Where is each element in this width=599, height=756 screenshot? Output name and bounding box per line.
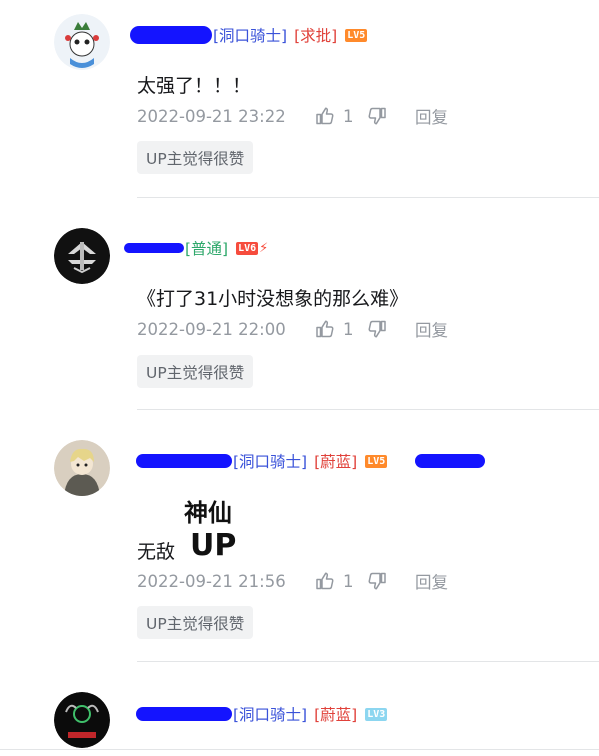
comment-time: 2022-09-21 23:22: [137, 106, 286, 126]
divider: [137, 409, 599, 410]
like-count: 1: [343, 106, 354, 126]
like-icon: [316, 107, 334, 125]
dislike-icon: [368, 320, 386, 338]
username-redacted[interactable]: [136, 707, 232, 721]
dislike-icon: [368, 572, 386, 590]
user-line: [洞口骑士] [蔚蓝] LV5: [136, 450, 486, 472]
comment-meta: 2022-09-21 22:00 1 回复: [137, 316, 448, 342]
divider: [137, 197, 599, 198]
like-icon: [316, 320, 334, 338]
sticker-emote: 神仙 UP: [183, 495, 245, 563]
user-tag: [蔚蓝]: [314, 706, 358, 724]
up-liked-badge: UP主觉得很赞: [137, 355, 254, 388]
bottom-divider: [0, 749, 599, 750]
like-count: 1: [343, 571, 354, 591]
user-tag: [普通]: [185, 240, 229, 258]
avatar[interactable]: [54, 228, 110, 284]
user-line: [普通] LV6 ⚡: [124, 237, 268, 259]
username-redacted[interactable]: [130, 26, 212, 44]
comment-text: 《打了31小时没想象的那么难》: [137, 288, 409, 310]
user-tag: [洞口骑士]: [233, 453, 308, 471]
reply-button[interactable]: 回复: [415, 104, 448, 128]
level-badge: LV5: [365, 454, 388, 468]
sticker-text-bottom: UP: [190, 528, 236, 557]
like-button[interactable]: 1: [315, 106, 367, 126]
comment-text: 无敌: [137, 541, 176, 563]
medal-redacted[interactable]: [415, 454, 486, 468]
dislike-button[interactable]: [367, 571, 415, 591]
user-tag: [蔚蓝]: [314, 453, 358, 471]
dislike-button[interactable]: [367, 106, 415, 126]
like-button[interactable]: 1: [315, 319, 367, 339]
like-button[interactable]: 1: [315, 571, 367, 591]
comment-text: 太强了！！！: [137, 75, 252, 97]
like-icon: [316, 572, 334, 590]
reply-button[interactable]: 回复: [415, 317, 448, 341]
up-liked-badge: UP主觉得很赞: [137, 141, 254, 174]
dislike-button[interactable]: [367, 319, 415, 339]
user-line: [洞口骑士] [求批] LV5: [130, 24, 368, 46]
level-badge: LV6: [236, 241, 259, 255]
comment-meta: 2022-09-21 21:56 1 回复: [137, 568, 448, 594]
user-tag: [求批]: [294, 27, 338, 45]
divider: [137, 661, 599, 662]
avatar[interactable]: [54, 14, 110, 70]
username-redacted[interactable]: [124, 243, 184, 253]
sticker-text-top: 神仙: [184, 499, 232, 527]
level-badge: LV3: [365, 707, 388, 721]
level-badge: LV5: [345, 28, 368, 42]
user-line: [洞口骑士] [蔚蓝] LV3: [136, 703, 388, 725]
reply-button[interactable]: 回复: [415, 569, 448, 593]
like-count: 1: [343, 319, 354, 339]
avatar[interactable]: [54, 440, 110, 496]
avatar[interactable]: [54, 692, 110, 748]
up-liked-badge: UP主觉得很赞: [137, 606, 254, 639]
comment-time: 2022-09-21 21:56: [137, 571, 286, 591]
comment-meta: 2022-09-21 23:22 1 回复: [137, 103, 448, 129]
user-tag: [洞口骑士]: [213, 27, 288, 45]
username-redacted[interactable]: [136, 454, 232, 468]
level-bolt-icon: ⚡: [259, 240, 269, 256]
dislike-icon: [368, 107, 386, 125]
user-tag: [洞口骑士]: [233, 706, 308, 724]
comment-time: 2022-09-21 22:00: [137, 319, 286, 339]
